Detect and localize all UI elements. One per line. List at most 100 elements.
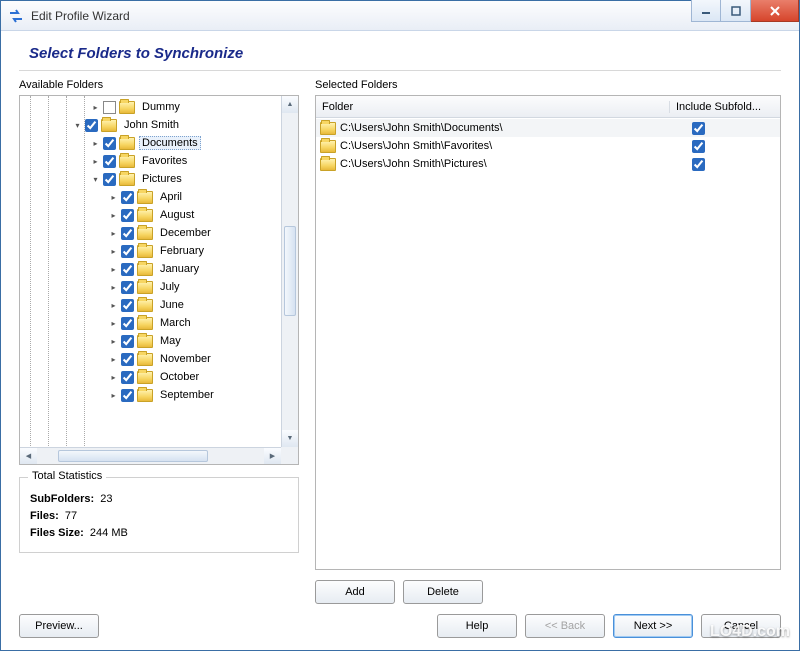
col-include[interactable]: Include Subfold... — [670, 101, 780, 113]
chevron-right-icon[interactable]: ▸ — [90, 156, 101, 167]
delete-button[interactable]: Delete — [403, 580, 483, 604]
checkbox[interactable] — [85, 119, 98, 132]
chevron-right-icon[interactable]: ▸ — [108, 228, 119, 239]
chevron-right-icon[interactable]: ▸ — [90, 138, 101, 149]
tree-item-label: November — [157, 352, 214, 366]
cancel-button[interactable]: Cancel — [701, 614, 781, 638]
chevron-right-icon[interactable]: ▸ — [108, 354, 119, 365]
size-label: Files Size: — [30, 527, 84, 539]
checkbox[interactable] — [121, 299, 134, 312]
include-checkbox[interactable] — [692, 122, 705, 135]
tree-item[interactable]: ▸Dummy — [24, 98, 299, 116]
tree-item[interactable]: ▸February — [24, 242, 299, 260]
folder-icon — [137, 389, 153, 402]
checkbox[interactable] — [121, 389, 134, 402]
tree-item-label: Pictures — [139, 172, 185, 186]
stats-legend: Total Statistics — [28, 470, 106, 482]
folder-icon — [119, 173, 135, 186]
chevron-right-icon[interactable]: ▸ — [108, 372, 119, 383]
tree-item-label: August — [157, 208, 197, 222]
table-header: Folder Include Subfold... — [316, 96, 780, 118]
checkbox[interactable] — [121, 281, 134, 294]
tree-item-label: March — [157, 316, 194, 330]
window: Edit Profile Wizard Select Folders to Sy… — [0, 0, 800, 651]
checkbox[interactable] — [121, 371, 134, 384]
table-row[interactable]: C:\Users\John Smith\Pictures\ — [316, 155, 780, 173]
stats-group: Total Statistics SubFolders: 23 Files: 7… — [19, 477, 299, 553]
include-checkbox[interactable] — [692, 140, 705, 153]
checkbox[interactable] — [121, 353, 134, 366]
preview-button[interactable]: Preview... — [19, 614, 99, 638]
scroll-left-button[interactable]: ◀ — [20, 448, 37, 464]
checkbox[interactable] — [121, 227, 134, 240]
table-row[interactable]: C:\Users\John Smith\Favorites\ — [316, 137, 780, 155]
tree-item[interactable]: ▸ Favorites — [24, 152, 299, 170]
checkbox[interactable] — [103, 101, 116, 114]
next-button[interactable]: Next >> — [613, 614, 693, 638]
horizontal-scrollbar[interactable]: ◀ ▶ — [20, 447, 281, 464]
tree-item[interactable]: ▸July — [24, 278, 299, 296]
tree-item[interactable]: ▸May — [24, 332, 299, 350]
window-title: Edit Profile Wizard — [31, 9, 691, 23]
tree-item-label: June — [157, 298, 187, 312]
checkbox[interactable] — [121, 191, 134, 204]
tree-item[interactable]: ▸January — [24, 260, 299, 278]
checkbox[interactable] — [103, 155, 116, 168]
checkbox[interactable] — [121, 245, 134, 258]
checkbox[interactable] — [103, 173, 116, 186]
divider — [19, 70, 781, 71]
chevron-right-icon[interactable]: ▸ — [108, 246, 119, 257]
chevron-right-icon[interactable]: ▸ — [108, 282, 119, 293]
tree-item-label: Favorites — [139, 154, 190, 168]
checkbox[interactable] — [121, 335, 134, 348]
tree-item[interactable]: ▸Documents — [24, 134, 299, 152]
folder-path: C:\Users\John Smith\Favorites\ — [340, 140, 492, 152]
chevron-right-icon[interactable]: ▸ — [90, 102, 101, 113]
scroll-right-button[interactable]: ▶ — [264, 448, 281, 464]
maximize-button[interactable] — [721, 0, 751, 22]
back-button[interactable]: << Back — [525, 614, 605, 638]
vertical-scrollbar[interactable]: ▲ ▼ — [281, 96, 298, 447]
chevron-right-icon[interactable]: ▸ — [108, 300, 119, 311]
tree-item[interactable]: ▸ June — [24, 296, 299, 314]
folder-icon — [119, 101, 135, 114]
checkbox[interactable] — [103, 137, 116, 150]
tree-item[interactable]: ▾ Pictures — [24, 170, 299, 188]
chevron-down-icon[interactable]: ▾ — [90, 174, 101, 185]
col-folder[interactable]: Folder — [316, 101, 670, 113]
tree-item[interactable]: ▸October — [24, 368, 299, 386]
add-button[interactable]: Add — [315, 580, 395, 604]
checkbox[interactable] — [121, 263, 134, 276]
tree-item[interactable]: ▸ March — [24, 314, 299, 332]
chevron-right-icon[interactable]: ▸ — [108, 210, 119, 221]
tree-item[interactable]: ▸April — [24, 188, 299, 206]
chevron-down-icon[interactable]: ▾ — [72, 120, 83, 131]
chevron-right-icon[interactable]: ▸ — [108, 318, 119, 329]
scroll-thumb[interactable] — [284, 226, 296, 316]
chevron-right-icon[interactable]: ▸ — [108, 336, 119, 347]
chevron-right-icon[interactable]: ▸ — [108, 192, 119, 203]
folder-icon — [119, 137, 135, 150]
close-button[interactable] — [751, 0, 799, 22]
scroll-thumb-h[interactable] — [58, 450, 208, 462]
app-icon — [7, 7, 25, 25]
scroll-up-button[interactable]: ▲ — [282, 96, 298, 113]
table-row[interactable]: C:\Users\John Smith\Documents\ — [316, 119, 780, 137]
minimize-button[interactable] — [691, 0, 721, 22]
page-title: Select Folders to Synchronize — [19, 45, 781, 70]
include-checkbox[interactable] — [692, 158, 705, 171]
tree-item[interactable]: ▸ August — [24, 206, 299, 224]
available-tree[interactable]: ▸Dummy▾John Smith▸Documents▸Favorites▾Pi… — [19, 95, 299, 465]
tree-item[interactable]: ▾John Smith — [24, 116, 299, 134]
checkbox[interactable] — [121, 209, 134, 222]
tree-item[interactable]: ▸December — [24, 224, 299, 242]
scroll-down-button[interactable]: ▼ — [282, 430, 298, 447]
help-button[interactable]: Help — [437, 614, 517, 638]
selected-table[interactable]: Folder Include Subfold... C:\Users\John … — [315, 95, 781, 570]
chevron-right-icon[interactable]: ▸ — [108, 264, 119, 275]
folder-icon — [137, 263, 153, 276]
tree-item[interactable]: ▸ November — [24, 350, 299, 368]
checkbox[interactable] — [121, 317, 134, 330]
tree-item[interactable]: ▸September — [24, 386, 299, 404]
chevron-right-icon[interactable]: ▸ — [108, 390, 119, 401]
